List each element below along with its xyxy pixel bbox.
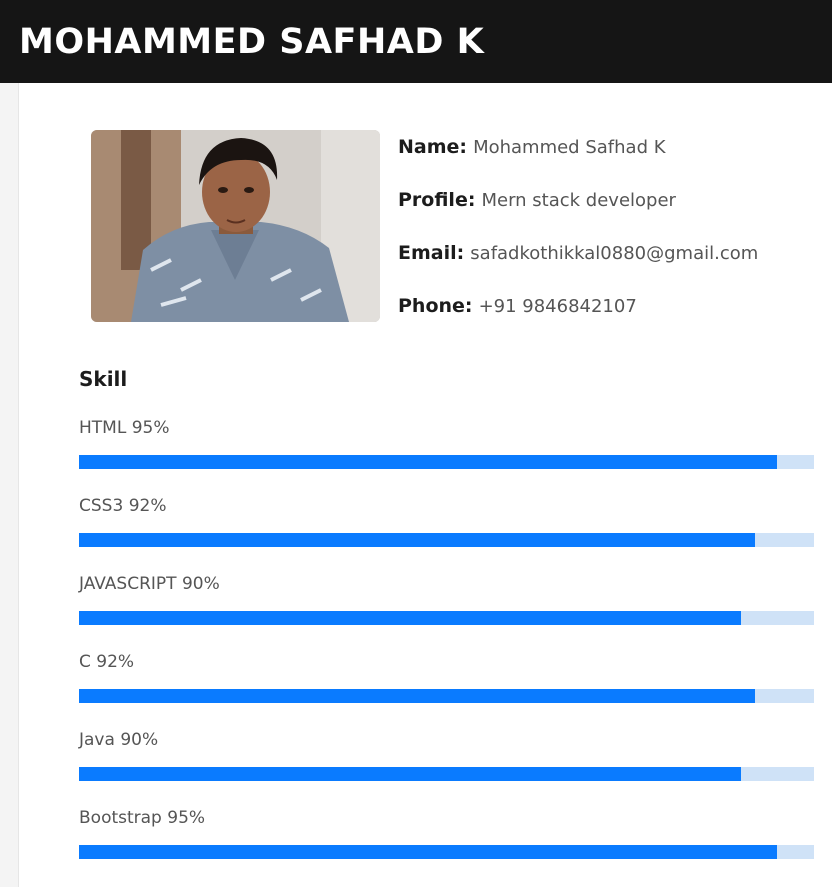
progress-fill [79,767,741,781]
skill-label: JAVASCRIPT 90% [79,571,814,611]
info-email-row: Email: safadkothikkal0880@gmail.com [398,239,758,292]
skill-percent: 92% [96,652,135,672]
info-profile-row: Profile: Mern stack developer [398,186,758,239]
info-name-row: Name: Mohammed Safhad K [398,133,758,186]
progress-track [79,611,814,625]
skill-name: JAVASCRIPT [79,574,177,594]
skill-percent: 95% [131,418,170,438]
skill-percent: 90% [181,574,220,594]
skill-bootstrap: Bootstrap 95% [79,805,814,883]
info-phone-row: Phone: +91 9846842107 [398,292,758,345]
info-profile-key: Profile: [398,189,476,211]
progress-track [79,767,814,781]
header-bar: MOHAMMED SAFHAD K [0,0,832,83]
skill-java: Java 90% [79,727,814,805]
info-name-value: Mohammed Safhad K [473,137,666,158]
skill-percent: 90% [120,730,159,750]
progress-track [79,455,814,469]
progress-fill [79,455,778,469]
skill-percent: 95% [167,808,206,828]
skill-c: C 92% [79,649,814,727]
skill-name: CSS3 [79,496,124,516]
skill-name: HTML [79,418,127,438]
progress-fill [79,689,756,703]
progress-track [79,689,814,703]
skill-percent: 92% [128,496,167,516]
skill-name: Bootstrap [79,808,162,828]
skill-html: HTML 95% [79,415,814,493]
skill-label: C 92% [79,649,814,689]
profile-info: Name: Mohammed Safhad K Profile: Mern st… [398,133,758,345]
profile-photo [91,130,380,322]
info-phone-value: +91 9846842107 [478,296,637,317]
skill-name: C [79,652,91,672]
skill-label: CSS3 92% [79,493,814,533]
skill-label: HTML 95% [79,415,814,455]
info-email-key: Email: [398,242,465,264]
page-title: MOHAMMED SAFHAD K [19,22,485,62]
info-name-key: Name: [398,136,468,158]
progress-track [79,845,814,859]
info-profile-value: Mern stack developer [481,190,676,211]
skill-label: Java 90% [79,727,814,767]
progress-fill [79,845,778,859]
skills-section: Skill HTML 95% CSS3 92% JAVASCRIPT 90% C… [79,365,814,883]
profile-photo-image [91,130,380,322]
info-phone-key: Phone: [398,295,473,317]
skills-title: Skill [79,367,128,391]
info-email-value: safadkothikkal0880@gmail.com [470,243,759,264]
progress-fill [79,611,741,625]
skill-css3: CSS3 92% [79,493,814,571]
left-gutter [0,83,19,887]
skill-javascript: JAVASCRIPT 90% [79,571,814,649]
progress-fill [79,533,756,547]
skill-label: Bootstrap 95% [79,805,814,845]
skill-name: Java [79,730,115,750]
progress-track [79,533,814,547]
